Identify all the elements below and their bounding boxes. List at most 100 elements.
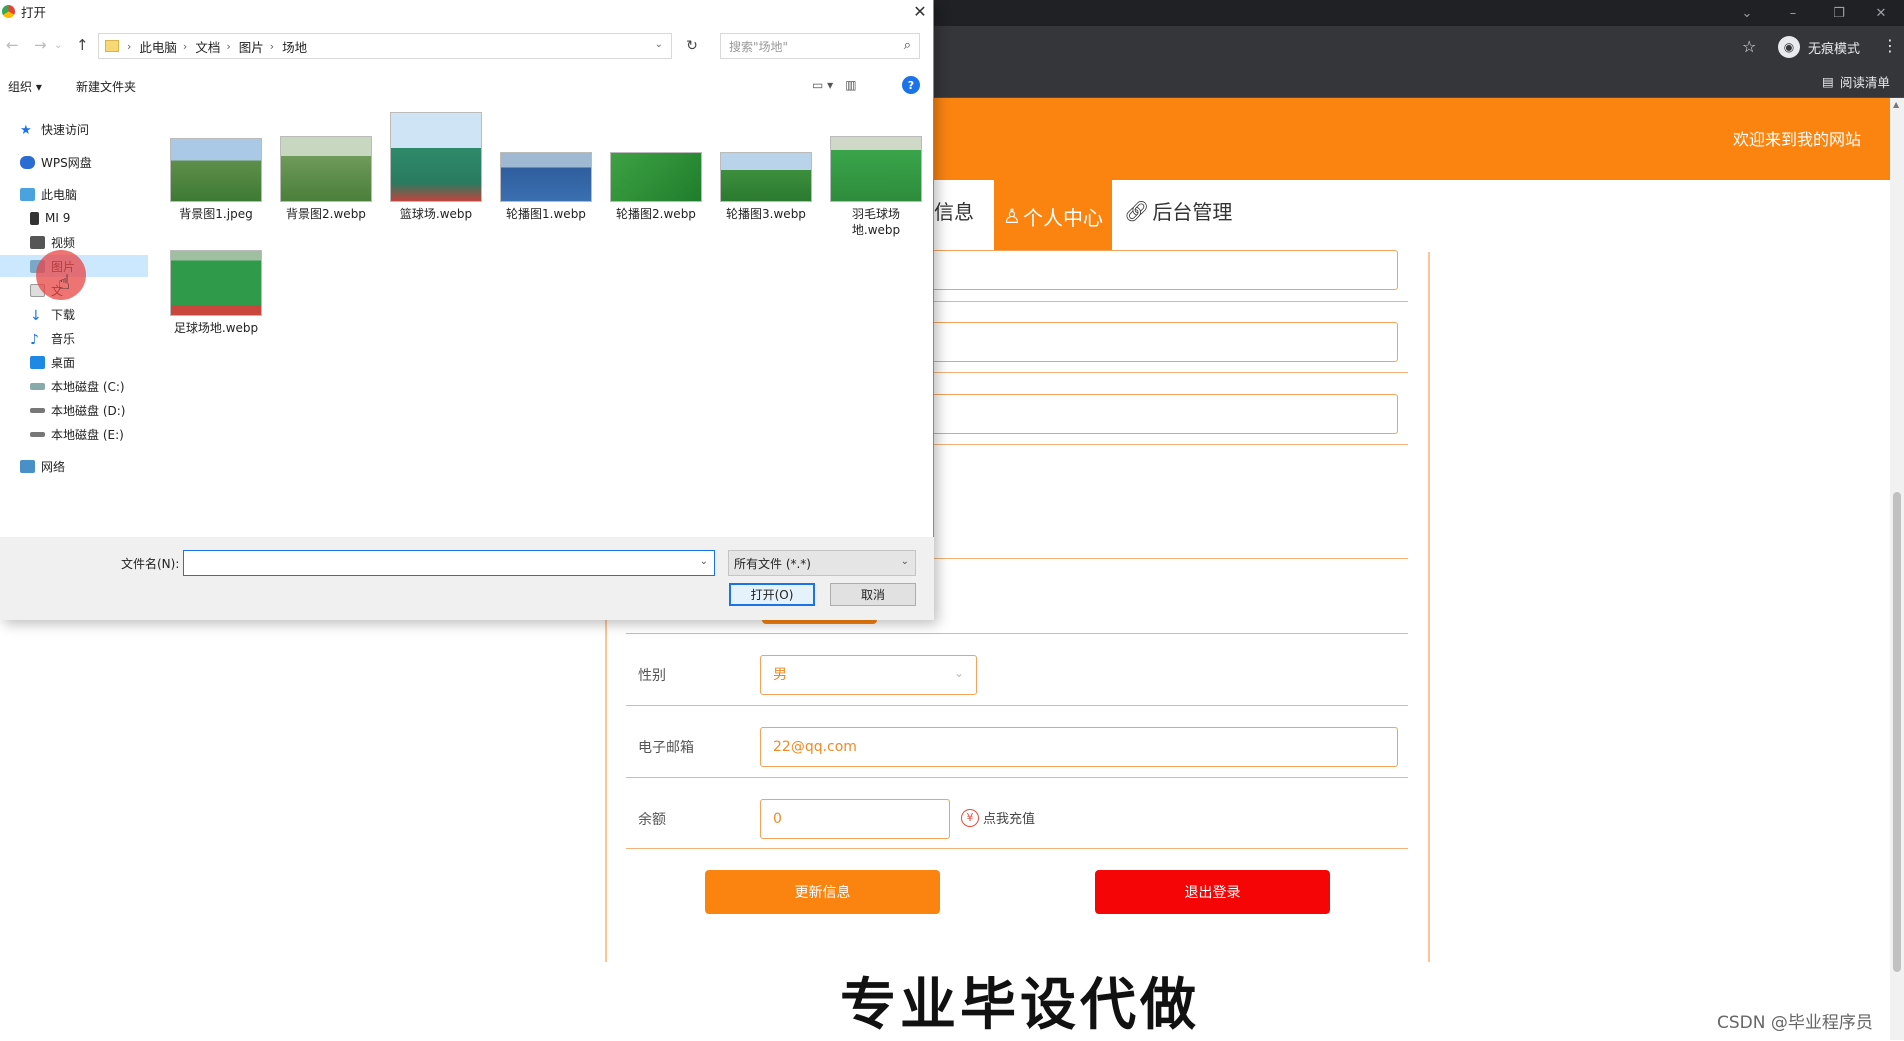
reading-list-button[interactable]: ▤ 阅读清单	[1822, 70, 1890, 92]
refresh-icon[interactable]: ↻	[682, 33, 702, 59]
breadcrumb-separator: ›	[269, 39, 275, 53]
balance-field: 0	[760, 799, 950, 839]
network-icon	[20, 459, 35, 473]
chevron-down-icon[interactable]: ⌄	[1724, 0, 1770, 26]
nav-music-label: 音乐	[51, 331, 76, 346]
file-name: 足球场地.webp	[173, 321, 259, 335]
phone-icon	[30, 211, 39, 225]
star-icon[interactable]: ☆	[1742, 37, 1756, 56]
breadcrumb-documents[interactable]: 文档	[195, 37, 220, 56]
nav-item-info[interactable]: 信息	[934, 196, 974, 225]
logout-button[interactable]: 退出登录	[1095, 870, 1330, 914]
nav-videos[interactable]: 视频	[0, 231, 150, 253]
overlay-caption: 专业毕设代做	[840, 973, 1200, 1038]
folder-icon	[105, 40, 119, 52]
nav-this-pc[interactable]: 此电脑	[0, 183, 150, 205]
scroll-up-arrow-icon[interactable]: ▲	[1893, 100, 1899, 109]
address-dropdown-icon[interactable]: ⌄	[655, 39, 663, 50]
file-item[interactable]: 轮播图1.webp	[496, 152, 596, 222]
nav-quick-access-label: 快速访问	[41, 122, 90, 137]
file-thumbnail	[830, 136, 922, 202]
dialog-close-button[interactable]: ✕	[906, 0, 934, 22]
breadcrumb-venue[interactable]: 场地	[282, 37, 307, 56]
nav-item-personal-center[interactable]: ♙ 个人中心	[994, 180, 1112, 252]
filetype-value: 所有文件 (*.*)	[734, 556, 811, 571]
nav-network[interactable]: 网络	[0, 455, 150, 477]
organize-menu[interactable]: 组织 ▾	[8, 78, 42, 95]
nav-quick-access[interactable]: ★ 快速访问	[0, 118, 150, 140]
video-icon	[30, 235, 45, 249]
nav-disk-d[interactable]: 本地磁盘 (D:)	[0, 399, 150, 421]
forward-arrow-icon[interactable]: →	[34, 36, 47, 54]
cancel-button[interactable]: 取消	[830, 583, 916, 606]
address-bar[interactable]: › 此电脑 › 文档 › 图片 › 场地 ⌄	[98, 33, 672, 59]
file-item[interactable]: 轮播图3.webp	[716, 152, 816, 222]
up-arrow-icon[interactable]: ↑	[76, 36, 89, 54]
yen-icon: ¥	[961, 808, 979, 827]
nav-disk-e-label: 本地磁盘 (E:)	[51, 427, 124, 442]
file-item[interactable]: 轮播图2.webp	[606, 152, 706, 222]
balance-value: 0	[773, 811, 782, 827]
file-name: 轮播图1.webp	[506, 207, 586, 221]
nav-disk-c[interactable]: 本地磁盘 (C:)	[0, 375, 150, 397]
filename-input[interactable]: ⌄	[183, 550, 715, 576]
file-name: 背景图1.jpeg	[179, 207, 253, 221]
navigation-pane: ★ 快速访问 WPS网盘 此电脑 MI 9 视频 图片 文 ↓ 下载 ♪ 音乐 …	[0, 112, 150, 532]
cloud-icon	[20, 155, 35, 169]
breadcrumb-this-pc[interactable]: 此电脑	[139, 37, 177, 56]
file-item[interactable]: 背景图1.jpeg	[166, 138, 266, 222]
chevron-down-icon[interactable]: ⌄	[700, 556, 708, 567]
file-item[interactable]: 足球场地.webp	[166, 250, 266, 336]
nav-music[interactable]: ♪ 音乐	[0, 327, 150, 349]
page-scrollbar[interactable]: ▲	[1890, 98, 1904, 1040]
filetype-select[interactable]: 所有文件 (*.*) ⌄	[728, 550, 916, 576]
view-mode-icon[interactable]: ▭ ▾	[812, 78, 833, 92]
nav-mi9[interactable]: MI 9	[0, 207, 150, 229]
search-input[interactable]: 搜索"场地" ⌕	[720, 33, 920, 59]
nav-wps-label: WPS网盘	[41, 155, 92, 170]
chevron-down-icon: ⌄	[953, 666, 964, 680]
file-name: 背景图2.webp	[286, 207, 366, 221]
link-icon: 🔗︎	[1124, 198, 1150, 223]
minimize-button[interactable]: –	[1770, 0, 1816, 26]
incognito-label: 无痕模式	[1808, 41, 1861, 57]
user-icon: ♙	[1003, 204, 1021, 228]
gender-select[interactable]: 男 ⌄	[760, 655, 977, 695]
nav-disk-c-label: 本地磁盘 (C:)	[51, 379, 125, 394]
nav-downloads[interactable]: ↓ 下载	[0, 303, 150, 325]
file-item[interactable]: 羽毛球场地.webp	[826, 136, 926, 238]
nav-desktop[interactable]: 桌面	[0, 351, 150, 373]
incognito-indicator[interactable]: ◉ 无痕模式	[1778, 35, 1860, 59]
email-field[interactable]: 22@qq.com	[760, 727, 1398, 767]
dialog-title: 打开	[21, 4, 47, 20]
open-button[interactable]: 打开(O)	[729, 583, 815, 606]
recharge-label: 点我充值	[983, 812, 1036, 827]
view-options: ▭ ▾ ▥	[812, 78, 857, 92]
file-item[interactable]: 篮球场.webp	[386, 112, 486, 222]
email-label: 电子邮箱	[638, 740, 694, 756]
new-folder-button[interactable]: 新建文件夹	[76, 78, 136, 95]
restore-button[interactable]: ❐	[1816, 0, 1862, 26]
browser-menu-icon[interactable]: ⋮	[1882, 36, 1898, 55]
scrollbar-thumb[interactable]	[1893, 492, 1901, 972]
star-icon: ★	[20, 122, 32, 138]
preview-pane-icon[interactable]: ▥	[845, 78, 856, 92]
breadcrumb-pictures[interactable]: 图片	[239, 37, 264, 56]
nav-wps[interactable]: WPS网盘	[0, 151, 150, 173]
file-thumbnail	[170, 138, 262, 202]
nav-item-admin[interactable]: 🔗︎ 后台管理	[1124, 196, 1232, 225]
file-name: 篮球场.webp	[399, 207, 473, 221]
recent-dropdown-icon[interactable]: ⌄	[54, 40, 62, 51]
breadcrumb-separator: ›	[226, 39, 231, 53]
back-arrow-icon[interactable]: ←	[6, 36, 19, 54]
file-item[interactable]: 背景图2.webp	[276, 136, 376, 222]
reading-list-icon: ▤	[1822, 73, 1834, 89]
update-info-button[interactable]: 更新信息	[705, 870, 940, 914]
divider	[626, 633, 1408, 634]
nav-disk-e[interactable]: 本地磁盘 (E:)	[0, 423, 150, 445]
incognito-icon: ◉	[1778, 36, 1800, 58]
drive-icon	[30, 382, 45, 390]
recharge-link[interactable]: ¥ 点我充值	[961, 808, 1035, 827]
help-icon[interactable]: ?	[902, 76, 920, 94]
window-close-button[interactable]: ✕	[1858, 0, 1904, 26]
